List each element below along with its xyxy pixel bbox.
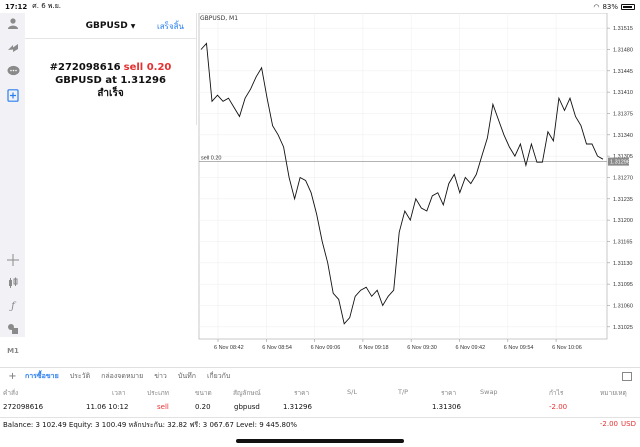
y-tick-label: 1.31410 [613, 90, 633, 96]
balance-text: Balance: 3 102.49 Equity: 3 100.49 หลักป… [3, 421, 298, 429]
symbol-selector[interactable]: GBPUSD ▼ [86, 21, 136, 31]
tab-trade[interactable]: การซื้อขาย [25, 371, 59, 382]
row-size: 0.20 [195, 403, 211, 411]
order-ticket: #272098616 [49, 62, 121, 73]
left-toolbar: ƒ M1 [0, 13, 25, 355]
y-tick-label: 1.31375 [613, 111, 633, 117]
y-tick-label: 1.31480 [613, 47, 633, 53]
row-symbol: gbpusd [234, 403, 260, 411]
status-time: 17:12 [5, 2, 28, 11]
order-level-label: sell 0.20 [201, 156, 222, 162]
y-tick-label: 1.31095 [613, 282, 633, 288]
objects-icon[interactable] [6, 322, 20, 336]
y-tick-label: 1.31200 [613, 218, 633, 224]
tab-news[interactable]: ข่าว [154, 371, 167, 382]
plus-icon[interactable]: + [0, 371, 25, 382]
tab-about[interactable]: เกี่ยวกับ [207, 371, 230, 382]
y-tick-label: 1.31060 [613, 303, 633, 309]
row-time: 11.06 10:12 [86, 403, 129, 411]
done-button[interactable]: เสร็จสิ้น [157, 20, 184, 33]
new-order-icon[interactable] [6, 88, 20, 102]
y-tick-label: 1.31025 [613, 325, 633, 331]
user-icon[interactable] [6, 16, 20, 30]
col-symbol: สัญลักษณ์ [233, 389, 261, 397]
profit-currency: USD [621, 420, 636, 428]
col-time: เวลา [112, 389, 126, 397]
layout-icon[interactable] [622, 372, 632, 381]
order-ticket-line: #272098616 sell 0.20 [25, 61, 196, 74]
x-tick-label: 6 Nov 09:54 [504, 345, 534, 351]
symbol-label: GBPUSD [85, 20, 128, 31]
x-tick-label: 6 Nov 09:42 [456, 345, 486, 351]
x-tick-label: 6 Nov 09:06 [311, 345, 341, 351]
order-result: #272098616 sell 0.20 GBPUSD at 1.31296 สำ… [25, 39, 196, 100]
col-swap: Swap [480, 388, 498, 396]
col-sl: S/L [347, 388, 357, 396]
order-status: สำเร็จ [97, 88, 124, 99]
col-profit: กำไร [549, 389, 564, 397]
crosshair-icon[interactable] [6, 253, 20, 267]
mt-terminal-screen: 17:12 ศ. 6 พ.ย. ◠ 83% ƒ M1 GBPUSD ▼ เสร็… [0, 0, 640, 447]
function-icon[interactable]: ƒ [6, 299, 20, 313]
col-comment: หมายเหตุ [600, 389, 627, 397]
col-price-current: ราคา [441, 389, 457, 397]
order-type: sell 0.20 [123, 62, 172, 73]
col-price: ราคา [294, 389, 310, 397]
status-bar: 17:12 ศ. 6 พ.ย. ◠ 83% [0, 0, 640, 13]
row-ticket: 272098616 [3, 403, 44, 411]
y-tick-label: 1.31445 [613, 69, 633, 75]
col-tp: T/P [398, 388, 409, 396]
x-tick-label: 6 Nov 08:42 [214, 345, 244, 351]
orders-table-header: คำสั่ง เวลา ประเภท ขนาด สัญลักษณ์ ราคา S… [0, 386, 640, 398]
price-chart[interactable]: 1.31515 1.31480 1.31445 1.31410 1.31375 1.313… [197, 13, 640, 367]
status-date: ศ. 6 พ.ย. [32, 2, 62, 10]
tab-history[interactable]: ประวัติ [70, 371, 90, 382]
chevron-down-icon: ▼ [130, 22, 136, 30]
x-tick-label: 6 Nov 10:06 [552, 345, 582, 351]
total-profit: -2.00 [599, 420, 618, 428]
order-panel-header: GBPUSD ▼ เสร็จสิ้น [25, 13, 196, 39]
chat-icon[interactable] [6, 64, 20, 78]
x-tick-label: 6 Nov 09:18 [359, 345, 389, 351]
y-tick-label: 1.31130 [613, 261, 632, 267]
plot-frame [198, 13, 608, 340]
x-tick-label: 6 Nov 09:30 [407, 345, 437, 351]
y-tick-label: 1.31270 [613, 175, 633, 181]
row-current-price: 1.31306 [432, 403, 461, 411]
y-tick-label: 1.31235 [613, 197, 633, 203]
col-type: ประเภท [147, 389, 169, 397]
battery-percent: 83% [602, 2, 618, 11]
y-tick-label: 1.31165 [613, 239, 632, 245]
home-indicator [236, 439, 404, 443]
order-result-panel: GBPUSD ▼ เสร็จสิ้น #272098616 sell 0.20 GB… [25, 13, 197, 125]
y-tick-label: 1.31340 [613, 133, 633, 139]
share-icon[interactable] [6, 40, 20, 54]
status-right: ◠ 83% [593, 3, 635, 11]
order-price-line: GBPUSD at 1.31296 [55, 75, 166, 86]
chart-title: GBPUSD, M1 [200, 15, 239, 22]
timeframe-button[interactable]: M1 [6, 344, 20, 358]
balance-bar: Balance: 3 102.49 Equity: 3 100.49 หลักป… [0, 417, 640, 430]
candles-icon[interactable] [6, 276, 20, 290]
col-size: ขนาด [195, 389, 212, 397]
x-tick-label: 6 Nov 08:54 [262, 345, 292, 351]
row-price: 1.31296 [283, 403, 312, 411]
wifi-icon: ◠ [593, 2, 600, 11]
chart-svg: 1.31515 1.31480 1.31445 1.31410 1.31375 1.313… [198, 13, 633, 351]
col-order: คำสั่ง [3, 389, 19, 397]
row-type: sell [157, 403, 169, 411]
terminal-tabs: + การซื้อขาย ประวัติ กล่องจดหมาย ข่าว บั… [0, 367, 640, 385]
price-series-line [200, 42, 604, 325]
table-row[interactable]: 272098616 11.06 10:12 sell 0.20 gbpusd 1… [0, 401, 640, 414]
row-profit: -2.00 [549, 403, 568, 411]
tab-journal[interactable]: บันทึก [178, 371, 196, 382]
battery-icon [621, 3, 635, 10]
price-marker-label: 1.31296 [610, 160, 630, 166]
tab-mailbox[interactable]: กล่องจดหมาย [101, 371, 143, 382]
y-tick-label: 1.31515 [613, 26, 633, 32]
